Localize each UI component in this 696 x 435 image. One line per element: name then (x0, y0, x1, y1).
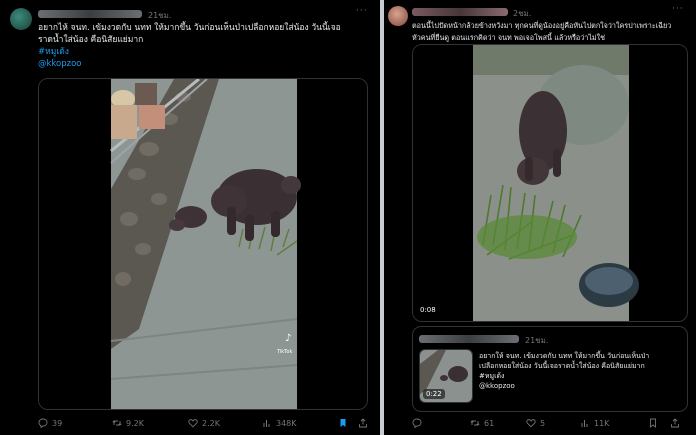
repost-icon (470, 420, 480, 426)
post-text-line-1: อยากไห้ จนท. เข้มงวดกับ นทท ให้มากขึ้น ว… (38, 23, 341, 33)
reply-button[interactable]: 39 (38, 418, 62, 428)
action-bar: 39 9.2K 2.2K 348K (0, 418, 380, 432)
views-button[interactable]: 11K (580, 418, 609, 428)
reply-icon (412, 418, 422, 428)
more-options-icon[interactable]: ··· (356, 6, 368, 16)
post-text-line-2: หัวคนที่ยืนดู ตอนแรกคิดว่า จนท พอเจอโพสน… (412, 33, 606, 42)
svg-text:♪: ♪ (285, 333, 291, 344)
quoted-time: 21ชม. (525, 336, 549, 345)
bookmark-icon (650, 418, 656, 428)
more-options-icon[interactable]: ··· (672, 4, 684, 14)
post-text-line-1: ตอนนี้ไปปัดหน้ากล้วยข้างหวังมา ทุกคนที่ด… (412, 21, 672, 30)
mention-link[interactable]: @kkopzoo (38, 58, 82, 70)
post-video[interactable]: 0:08 (412, 44, 688, 322)
heart-icon (526, 419, 536, 428)
like-button[interactable]: 5 (526, 418, 545, 428)
quoted-text-line-2: เปลือกหอยใส่น้อง วันนี้เจอราดน้ำใส่น้อง … (479, 362, 645, 370)
bookmark-icon (340, 419, 346, 427)
views-icon (581, 420, 588, 427)
post-text-line-2: ราดน้ำใส่น้อง คือนิสัยแย่มาก (38, 35, 144, 45)
share-button[interactable] (670, 418, 680, 428)
bookmark-button[interactable] (338, 418, 348, 428)
reply-count: 39 (52, 418, 63, 428)
hashtag-link[interactable]: #หมูเด้ง (38, 46, 69, 58)
repost-icon (112, 420, 122, 426)
bookmark-button[interactable] (648, 418, 658, 428)
left-post: 21ชม. ··· อยากไห้ จนท. เข้มงวดกับ นทท ให… (0, 0, 380, 435)
quoted-video-duration: 0:22 (423, 389, 445, 399)
repost-button[interactable]: 61 (470, 418, 494, 428)
views-icon (263, 420, 270, 427)
like-button[interactable]: 2.2K (188, 418, 220, 428)
screenshot-collage: 21ชม. ··· อยากไห้ จนท. เข้มงวดกับ นทท ให… (0, 0, 696, 435)
repost-button[interactable]: 9.2K (112, 418, 144, 428)
repost-count: 9.2K (126, 418, 144, 428)
quoted-mention: @kkopzoo (479, 382, 515, 390)
blurred-username[interactable] (412, 8, 508, 16)
quoted-video-thumbnail[interactable]: 0:22 (419, 349, 473, 403)
tiktok-watermark: TikTok (276, 349, 292, 355)
share-button[interactable] (358, 418, 368, 428)
blurred-username[interactable] (38, 10, 142, 18)
right-post: 2ชม. ··· ตอนนี้ไปปัดหน้ากล้วยข้างหวังมา … (384, 0, 696, 435)
views-count: 11K (594, 418, 610, 428)
blurred-username (419, 335, 519, 343)
video-frame-hippo-eating (413, 45, 687, 321)
reply-button[interactable] (412, 418, 422, 428)
post-video[interactable]: ♪ TikTok (38, 78, 368, 410)
heart-icon (188, 419, 198, 428)
video-frame-hippo-enclosure: ♪ TikTok (39, 79, 367, 409)
like-count: 5 (540, 418, 546, 428)
quoted-hashtag: #หมูเด้ง (479, 372, 505, 380)
views-count: 348K (276, 418, 297, 428)
repost-count: 61 (484, 418, 495, 428)
quoted-text-line-1: อยากให้ จนท. เข้มงวดกับ นทท ให้มากขึ้น ว… (479, 352, 650, 360)
views-button[interactable]: 348K (262, 418, 297, 428)
video-duration: 0:08 (417, 305, 439, 315)
post-time[interactable]: 21ชม. (148, 9, 171, 22)
avatar[interactable] (10, 8, 32, 30)
avatar[interactable] (388, 6, 408, 26)
like-count: 2.2K (202, 418, 220, 428)
quoted-post[interactable]: 21ชม. 0:22 อยากให้ จนท. เข้มงวดกับ นทท ใ… (412, 326, 688, 412)
reply-icon (38, 418, 48, 428)
share-icon (359, 418, 367, 428)
post-time[interactable]: 2ชม. (513, 7, 531, 20)
share-icon (671, 418, 679, 428)
action-bar: 61 5 11K (384, 418, 696, 432)
